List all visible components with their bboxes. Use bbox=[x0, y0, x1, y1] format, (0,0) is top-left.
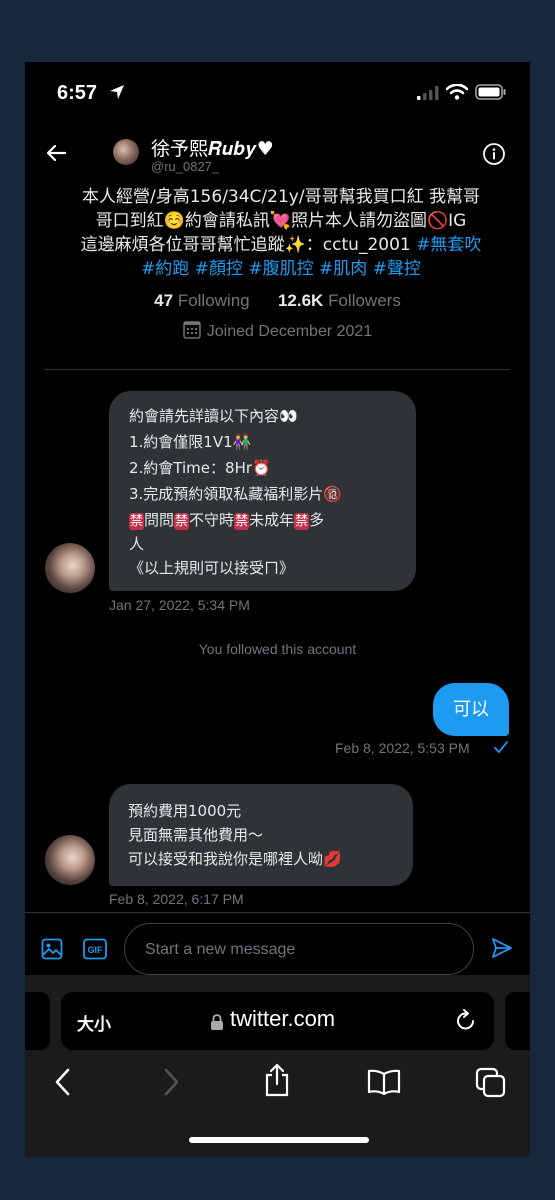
divider bbox=[45, 369, 510, 370]
lock-icon bbox=[210, 1013, 224, 1036]
phone-screen: 6:57 徐予熙𝑹𝒖𝒃𝒚♥ @ru_0827_ 本人經營/身高156/34C/2… bbox=[25, 62, 530, 1157]
url-text: twitter.com bbox=[230, 1006, 336, 1031]
sent-message[interactable]: 可以 bbox=[433, 683, 509, 736]
sender-avatar[interactable] bbox=[45, 543, 95, 593]
hashtag-link[interactable]: #約跑 bbox=[141, 259, 189, 279]
read-check-icon bbox=[493, 739, 509, 760]
wifi-icon bbox=[445, 83, 469, 105]
location-arrow-icon bbox=[109, 84, 125, 105]
hashtag-link[interactable]: #聲控 bbox=[373, 259, 421, 279]
status-bar: 6:57 bbox=[25, 62, 530, 124]
gif-icon[interactable]: GIF bbox=[83, 938, 107, 965]
message-line: 1.約會僅限1V1👫 bbox=[129, 433, 252, 451]
send-icon[interactable] bbox=[490, 936, 514, 965]
hashtag-link[interactable]: #無套吹 bbox=[416, 235, 481, 255]
followers-link[interactable]: 12.6K Followers bbox=[278, 291, 401, 310]
profile-name: 徐予熙𝑹𝒖𝒃𝒚♥ bbox=[151, 138, 274, 160]
rule-text: 未成年 bbox=[249, 511, 295, 529]
hashtag-link[interactable]: #肌肉 bbox=[319, 259, 367, 279]
received-message[interactable]: 約會請先詳讀以下內容👀 1.約會僅限1V1👫 2.約會Time：8Hr⏰ 3.完… bbox=[109, 391, 416, 591]
rule-text: 不守時 bbox=[189, 511, 235, 529]
bio-line: 哥口到紅☺️約會請私訊💘照片本人請勿盜圖🚫IG bbox=[95, 211, 467, 231]
next-tab[interactable] bbox=[505, 992, 530, 1050]
browser-toolbar: 大小 twitter.com bbox=[25, 975, 530, 1157]
prohibited-badge: 禁 bbox=[234, 513, 250, 530]
message-line: 人 bbox=[129, 535, 145, 553]
message-input[interactable]: Start a new message bbox=[124, 923, 474, 975]
rule-text: 問問 bbox=[144, 511, 175, 529]
followers-label: Followers bbox=[328, 291, 401, 310]
back-arrow-icon[interactable] bbox=[45, 142, 67, 169]
profile-bio: 本人經營/身高156/34C/21y/哥哥幫我買口紅 我幫哥 哥口到紅☺️約會請… bbox=[61, 185, 501, 281]
following-label: Following bbox=[177, 291, 250, 310]
bookmarks-icon[interactable] bbox=[367, 1069, 401, 1100]
follow-stats: 47 Following 12.6K Followers bbox=[25, 291, 530, 311]
joined-text: Joined December 2021 bbox=[206, 323, 373, 340]
bio-line: 本人經營/身高156/34C/21y/哥哥幫我買口紅 我幫哥 bbox=[82, 187, 480, 207]
bio-hashtags: #約跑 #顏控 #腹肌控 #肌肉 #聲控 bbox=[61, 257, 501, 281]
received-message[interactable]: 預約費用1000元 見面無需其他費用～ 可以接受和我說你是哪裡人呦💋 bbox=[109, 784, 413, 886]
prohibited-badge: 禁 bbox=[174, 513, 190, 530]
home-indicator[interactable] bbox=[189, 1137, 369, 1143]
followed-notice: You followed this account bbox=[198, 641, 357, 657]
share-icon[interactable] bbox=[262, 1063, 292, 1102]
message-line: 約會請先詳讀以下內容👀 bbox=[129, 407, 298, 425]
calendar-icon bbox=[183, 321, 201, 339]
message-line: 可以接受和我說你是哪裡人呦💋 bbox=[128, 850, 342, 868]
text-size-button[interactable]: 大小 bbox=[77, 1010, 111, 1035]
divider bbox=[25, 912, 530, 913]
address-bar[interactable]: 大小 twitter.com bbox=[61, 992, 494, 1050]
followers-count: 12.6K bbox=[277, 291, 324, 310]
message-timestamp: Jan 27, 2022, 5:34 PM bbox=[109, 597, 250, 613]
header-avatar[interactable] bbox=[113, 139, 139, 165]
prohibited-badge: 禁 bbox=[294, 513, 310, 530]
bio-text: 這邊麻煩各位哥哥幫忙追蹤✨：cctu_2001 bbox=[80, 235, 417, 255]
back-icon[interactable] bbox=[51, 1067, 75, 1102]
hashtag-link[interactable]: #顏控 bbox=[195, 259, 243, 279]
hashtag-link[interactable]: #腹肌控 bbox=[248, 259, 313, 279]
tabs-icon[interactable] bbox=[475, 1067, 507, 1104]
prohibited-badge: 禁 bbox=[129, 513, 145, 530]
battery-icon bbox=[475, 84, 507, 105]
rule-text: 多 bbox=[309, 511, 325, 529]
message-line: 預約費用1000元 bbox=[128, 802, 242, 820]
joined-date: Joined December 2021 bbox=[25, 321, 530, 341]
sender-avatar[interactable] bbox=[45, 835, 95, 885]
message-line: 見面無需其他費用～ bbox=[128, 826, 264, 844]
bio-line: 這邊麻煩各位哥哥幫忙追蹤✨：cctu_2001 #無套吹 bbox=[61, 233, 501, 257]
forward-icon[interactable] bbox=[159, 1067, 183, 1102]
following-count: 47 bbox=[154, 291, 174, 310]
cellular-signal-icon bbox=[417, 86, 439, 105]
profile-handle: @ru_0827_ bbox=[151, 159, 220, 174]
message-timestamp: Feb 8, 2022, 6:17 PM bbox=[109, 891, 244, 907]
previous-tab[interactable] bbox=[25, 992, 50, 1050]
message-line: 2.約會Time：8Hr⏰ bbox=[129, 459, 271, 477]
message-line: 3.完成預約領取私藏福利影片🔞 bbox=[129, 485, 342, 503]
status-time: 6:57 bbox=[57, 82, 98, 104]
message-line: 禁問問禁不守時禁未成年禁多 bbox=[129, 509, 324, 530]
info-icon[interactable] bbox=[482, 142, 506, 171]
message-timestamp: Feb 8, 2022, 5:53 PM bbox=[335, 740, 470, 756]
image-icon[interactable] bbox=[41, 938, 63, 965]
message-line: 《以上規則可以接受ㄇ》 bbox=[129, 559, 295, 577]
gif-label: GIF bbox=[88, 945, 104, 955]
following-link[interactable]: 47 Following bbox=[154, 291, 249, 310]
reload-icon[interactable] bbox=[454, 1008, 478, 1039]
